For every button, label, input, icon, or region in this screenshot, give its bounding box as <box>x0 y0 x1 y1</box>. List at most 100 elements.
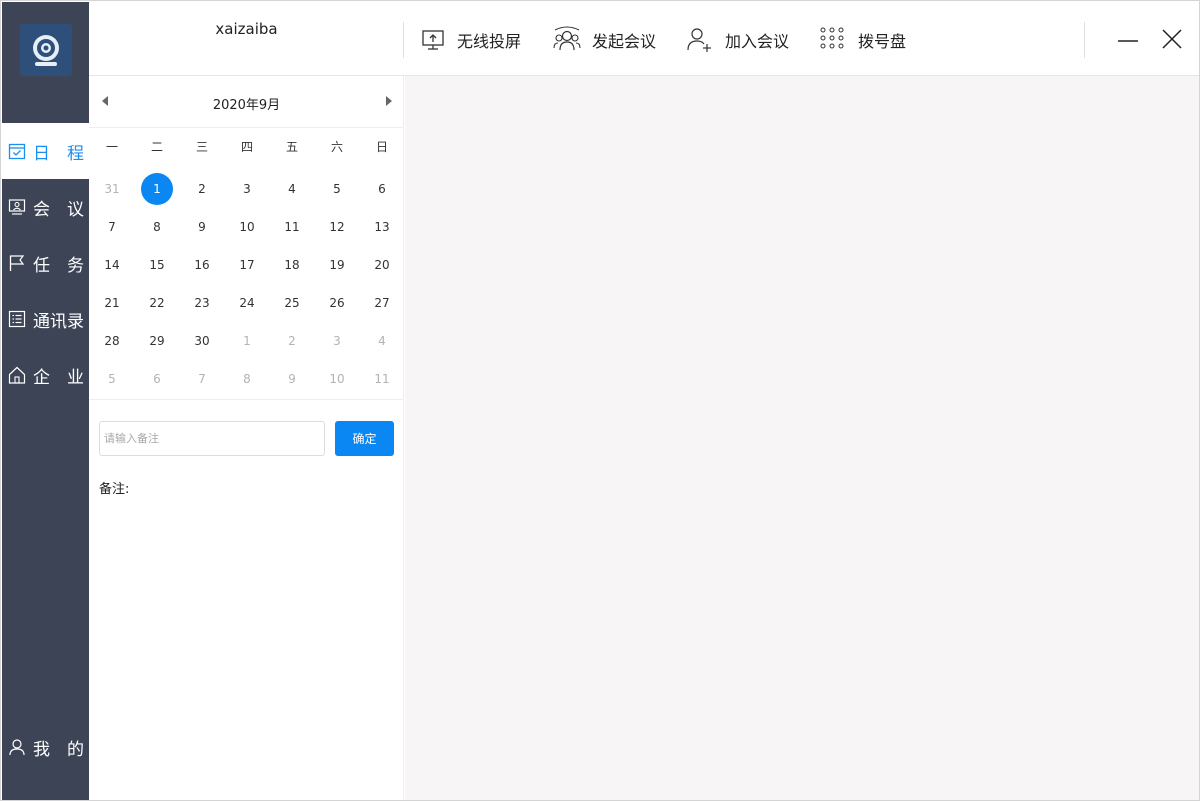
calendar-day[interactable]: 5 <box>321 173 353 205</box>
calendar-day[interactable]: 9 <box>186 211 218 243</box>
calendar-day[interactable]: 9 <box>276 363 308 395</box>
calendar-day[interactable]: 22 <box>141 287 173 319</box>
calendar-day[interactable]: 18 <box>276 249 308 281</box>
group-meeting-icon <box>553 26 581 51</box>
webcam-logo-icon <box>33 35 59 66</box>
calendar-day[interactable]: 26 <box>321 287 353 319</box>
screen-cast-icon <box>422 30 444 50</box>
calendar-day[interactable]: 19 <box>321 249 353 281</box>
dialpad-label: 拨号盘 <box>858 32 907 51</box>
contacts-list-icon <box>8 309 28 329</box>
calendar-day[interactable]: 4 <box>366 325 398 357</box>
toolbar-divider <box>1084 22 1085 58</box>
calendar-day[interactable]: 25 <box>276 287 308 319</box>
calendar-day[interactable]: 29 <box>141 325 173 357</box>
dialpad-icon <box>820 27 844 49</box>
sidebar-item-tasks[interactable]: 任 务 <box>2 235 89 291</box>
add-user-icon <box>687 28 711 52</box>
calendar-day[interactable]: 12 <box>321 211 353 243</box>
calendar-day[interactable]: 3 <box>321 325 353 357</box>
weekday-label: 六 <box>330 140 343 154</box>
calendar-day[interactable]: 4 <box>276 173 308 205</box>
user-icon <box>8 737 28 757</box>
wireless-projection-button[interactable]: 无线投屏 <box>421 24 521 56</box>
weekday-label: 日 <box>375 140 388 154</box>
join-meeting-button[interactable]: 加入会议 <box>685 24 789 56</box>
calendar-day[interactable]: 10 <box>231 211 263 243</box>
sidebar-item-contacts[interactable]: 通讯录 <box>2 291 89 347</box>
wireless-projection-label: 无线投屏 <box>457 32 522 51</box>
calendar-month-title: 2020年9月 <box>212 98 281 113</box>
flag-icon <box>8 253 28 273</box>
minimize-button[interactable] <box>1115 26 1141 52</box>
start-meeting-label: 发起会议 <box>592 32 657 51</box>
home-icon <box>8 365 28 385</box>
minimize-icon <box>1118 40 1138 42</box>
calendar-day[interactable]: 21 <box>96 287 128 319</box>
calendar-day[interactable]: 1 <box>231 325 263 357</box>
note-label: 备注: <box>99 482 130 497</box>
sidebar-item-mine[interactable]: 我 的 <box>2 719 89 775</box>
calendar-day-selected[interactable]: 1 <box>141 173 173 205</box>
calendar-day[interactable]: 2 <box>186 173 218 205</box>
calendar-day[interactable]: 5 <box>96 363 128 395</box>
sidebar-item-label: 企 业 <box>33 367 84 388</box>
calendar-day[interactable]: 6 <box>141 363 173 395</box>
sidebar-item-meeting[interactable]: 会 议 <box>2 179 89 235</box>
sidebar-item-label: 我 的 <box>33 739 84 760</box>
top-toolbar: xaizaiba 无线投屏 发起会议 加入会议 拨号盘 <box>89 2 1199 76</box>
calendar-day[interactable]: 2 <box>276 325 308 357</box>
calendar-day[interactable]: 13 <box>366 211 398 243</box>
calendar-panel: 2020年9月 一 二 三 四 五 六 日 31 1 2 3 4 5 6 7 8… <box>89 76 404 800</box>
next-month-icon[interactable] <box>382 94 396 108</box>
calendar-day[interactable]: 8 <box>141 211 173 243</box>
weekday-label: 三 <box>195 140 208 154</box>
weekday-label: 五 <box>285 140 298 154</box>
close-button[interactable] <box>1159 26 1185 52</box>
calendar-day[interactable]: 31 <box>96 173 128 205</box>
calendar-day[interactable]: 30 <box>186 325 218 357</box>
calendar-day[interactable]: 11 <box>276 211 308 243</box>
app-logo <box>20 24 72 76</box>
weekday-label: 二 <box>150 140 163 154</box>
sidebar-item-label: 会 议 <box>33 199 84 220</box>
calendar-check-icon <box>8 141 28 161</box>
calendar-day[interactable]: 17 <box>231 249 263 281</box>
sidebar-item-schedule[interactable]: 日 程 <box>2 123 89 179</box>
username: xaizaiba <box>215 20 278 38</box>
calendar-divider <box>89 399 404 400</box>
calendar-header: 2020年9月 <box>89 76 404 128</box>
meeting-icon <box>8 197 28 217</box>
calendar-day[interactable]: 3 <box>231 173 263 205</box>
weekday-label: 四 <box>240 140 253 154</box>
confirm-button[interactable]: 确定 <box>335 421 394 456</box>
sidebar: 日 程 会 议 任 务 通讯录 企 业 我 的 <box>2 2 89 800</box>
sidebar-item-label: 日 程 <box>33 143 84 164</box>
sidebar-item-label: 通讯录 <box>33 311 84 332</box>
calendar-day[interactable]: 10 <box>321 363 353 395</box>
calendar-day[interactable]: 14 <box>96 249 128 281</box>
start-meeting-button[interactable]: 发起会议 <box>552 24 656 56</box>
calendar-day[interactable]: 16 <box>186 249 218 281</box>
calendar-day[interactable]: 28 <box>96 325 128 357</box>
calendar-day[interactable]: 24 <box>231 287 263 319</box>
calendar-day[interactable]: 6 <box>366 173 398 205</box>
dialpad-button[interactable]: 拨号盘 <box>818 24 906 56</box>
calendar-day[interactable]: 7 <box>96 211 128 243</box>
weekday-label: 一 <box>105 140 118 154</box>
calendar-day[interactable]: 15 <box>141 249 173 281</box>
main-content <box>405 76 1199 800</box>
calendar-day[interactable]: 27 <box>366 287 398 319</box>
app-window: 日 程 会 议 任 务 通讯录 企 业 我 的 xaizaiba 无线投屏 发起… <box>0 0 1200 801</box>
toolbar-divider <box>403 22 404 58</box>
calendar-day[interactable]: 11 <box>366 363 398 395</box>
calendar-day[interactable]: 7 <box>186 363 218 395</box>
note-input[interactable] <box>99 421 325 456</box>
calendar-day[interactable]: 23 <box>186 287 218 319</box>
sidebar-item-enterprise[interactable]: 企 业 <box>2 347 89 403</box>
sidebar-item-label: 任 务 <box>33 255 84 276</box>
close-icon <box>1162 29 1182 49</box>
calendar-day[interactable]: 20 <box>366 249 398 281</box>
calendar-day[interactable]: 8 <box>231 363 263 395</box>
weekday-row: 一 二 三 四 五 六 日 <box>89 138 404 160</box>
